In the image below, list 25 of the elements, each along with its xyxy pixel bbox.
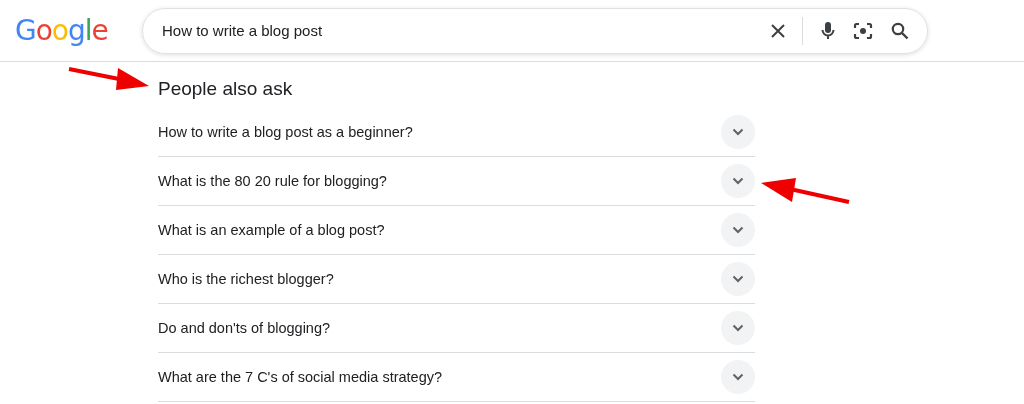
chevron-down-icon: [732, 275, 744, 283]
question-text[interactable]: Do and don'ts of blogging?: [158, 320, 331, 336]
section-heading: People also ask: [158, 78, 293, 100]
expand-button[interactable]: [721, 164, 755, 198]
question-text[interactable]: What is an example of a blog post?: [158, 222, 385, 238]
chevron-down-icon: [732, 324, 744, 332]
google-logo[interactable]: Google: [15, 13, 108, 48]
question-text[interactable]: What is the 80 20 rule for blogging?: [158, 173, 387, 189]
search-input[interactable]: How to write a blog post: [162, 22, 752, 39]
question-text[interactable]: Who is the richest blogger?: [158, 271, 334, 287]
expand-button[interactable]: [721, 262, 755, 296]
close-icon[interactable]: [770, 22, 786, 39]
chevron-down-icon: [732, 226, 744, 234]
question-text[interactable]: How to write a blog post as a beginner?: [158, 124, 413, 140]
expand-button[interactable]: [721, 213, 755, 247]
search-icon[interactable]: [891, 21, 909, 40]
chevron-down-icon: [732, 373, 744, 381]
question-text[interactable]: What are the 7 C's of social media strategy?: [158, 369, 443, 385]
expand-button[interactable]: [721, 115, 755, 149]
microphone-icon[interactable]: [821, 20, 835, 41]
camera-icon[interactable]: [853, 21, 873, 40]
expand-button[interactable]: [721, 360, 755, 394]
chevron-down-icon: [732, 128, 744, 136]
expand-button[interactable]: [721, 311, 755, 345]
chevron-down-icon: [732, 177, 744, 185]
